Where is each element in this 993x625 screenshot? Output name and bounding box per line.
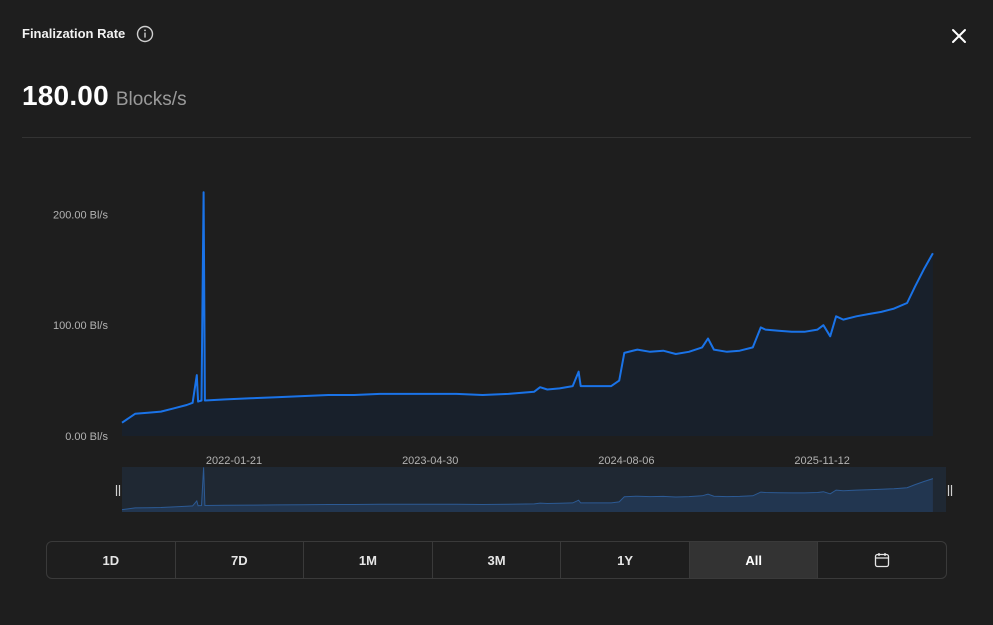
chart-title: Finalization Rate [22, 26, 126, 41]
x-tick-label: 2024-08-06 [598, 455, 654, 467]
x-tick-label: 2025-11-12 [794, 455, 849, 467]
range-button-7d[interactable]: 7D [176, 542, 305, 578]
range-button-calendar[interactable] [818, 542, 946, 578]
x-tick-label: 2023-04-30 [402, 455, 458, 467]
y-tick-label: 200.00 Bl/s [53, 209, 109, 221]
current-value-unit: Blocks/s [115, 89, 187, 110]
current-value: 180.00 Blocks/s [22, 80, 187, 112]
info-icon[interactable] [136, 25, 154, 43]
range-button-1d[interactable]: 1D [47, 542, 176, 578]
navigator-handle-right[interactable] [947, 485, 953, 496]
range-button-1y[interactable]: 1Y [561, 542, 690, 578]
range-button-all[interactable]: All [689, 542, 819, 578]
navigator-handle-left[interactable] [115, 485, 121, 496]
y-tick-label: 0.00 Bl/s [65, 431, 108, 443]
divider [22, 137, 971, 138]
close-icon[interactable] [950, 27, 968, 45]
y-tick-label: 100.00 Bl/s [53, 320, 109, 332]
calendar-icon [875, 553, 890, 568]
chart[interactable]: 200.00 Bl/s 100.00 Bl/s 0.00 Bl/s 2022-01-2… [0, 160, 993, 520]
x-tick-label: 2022-01-21 [206, 455, 262, 467]
range-button-1m[interactable]: 1M [304, 542, 433, 578]
current-value-number: 180.00 [22, 80, 109, 111]
range-selector: 1D 7D 1M 3M 1Y All [46, 541, 947, 579]
range-button-3m[interactable]: 3M [433, 542, 562, 578]
